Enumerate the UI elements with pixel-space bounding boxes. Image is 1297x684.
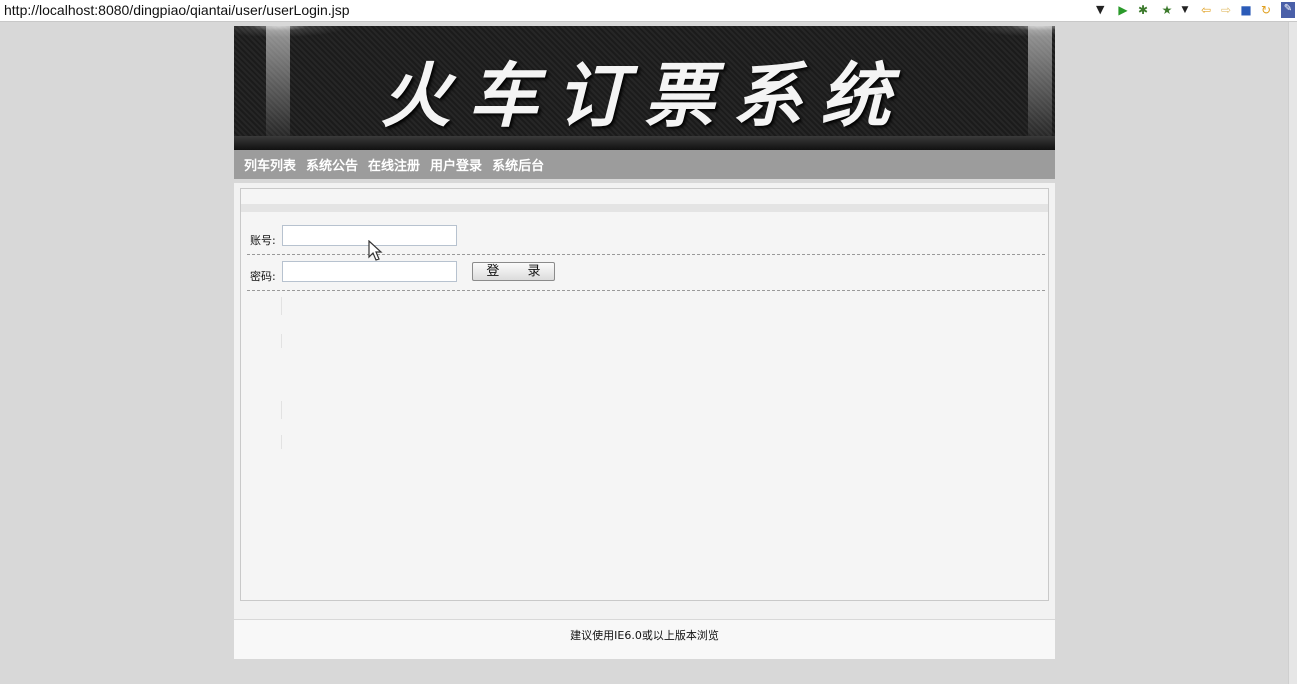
nav-admin[interactable]: 系统后台 (492, 155, 544, 174)
faint-divider (281, 297, 282, 315)
bookmark-dropdown-icon[interactable]: ▼ (1178, 3, 1192, 17)
account-row: 账号: (247, 218, 1045, 255)
debug-icon[interactable]: ✱ (1136, 3, 1150, 17)
site-title: 火车订票系统 (380, 54, 909, 137)
address-url[interactable]: http://localhost:8080/dingpiao/qiantai/u… (4, 2, 350, 18)
vertical-scrollbar[interactable] (1288, 22, 1297, 684)
login-panel: 账号: 密码: 登 录 (240, 188, 1049, 601)
password-label: 密码: (250, 270, 276, 283)
back-icon[interactable]: ⇦ (1199, 3, 1213, 17)
password-input[interactable] (282, 261, 457, 282)
login-button[interactable]: 登 录 (472, 262, 555, 281)
panel-title-bar (241, 204, 1048, 212)
faint-divider (281, 334, 282, 348)
footer-text: 建议使用IE6.0或以上版本浏览 (570, 629, 719, 642)
account-label: 账号: (250, 234, 276, 247)
address-dropdown-icon[interactable]: ▼ (1096, 3, 1104, 16)
browser-address-bar: http://localhost:8080/dingpiao/qiantai/u… (0, 0, 1297, 22)
bookmark-icon[interactable]: ★ (1160, 3, 1174, 17)
password-row: 密码: 登 录 (247, 254, 1045, 291)
content-wrapper: 账号: 密码: 登 录 (234, 183, 1055, 619)
mouse-cursor-icon (368, 240, 383, 261)
header-banner: 火车订票系统 (234, 26, 1055, 150)
faint-divider (281, 435, 282, 449)
nav-user-login[interactable]: 用户登录 (430, 155, 482, 174)
nav-announcements[interactable]: 系统公告 (306, 155, 358, 174)
nav-register[interactable]: 在线注册 (368, 155, 420, 174)
nav-train-list[interactable]: 列车列表 (244, 155, 296, 174)
faint-divider (281, 401, 282, 419)
app-icon[interactable]: ✎ (1281, 2, 1295, 18)
stop-icon[interactable]: ■ (1239, 3, 1253, 17)
refresh-icon[interactable]: ↻ (1259, 3, 1273, 17)
run-icon[interactable]: ▶ (1116, 3, 1130, 17)
main-nav: 列车列表 系统公告 在线注册 用户登录 系统后台 (234, 150, 1055, 179)
page-container: 火车订票系统 列车列表 系统公告 在线注册 用户登录 系统后台 账号: 密码: … (234, 26, 1055, 619)
footer: 建议使用IE6.0或以上版本浏览 (234, 620, 1055, 659)
forward-icon[interactable]: ⇨ (1219, 3, 1233, 17)
